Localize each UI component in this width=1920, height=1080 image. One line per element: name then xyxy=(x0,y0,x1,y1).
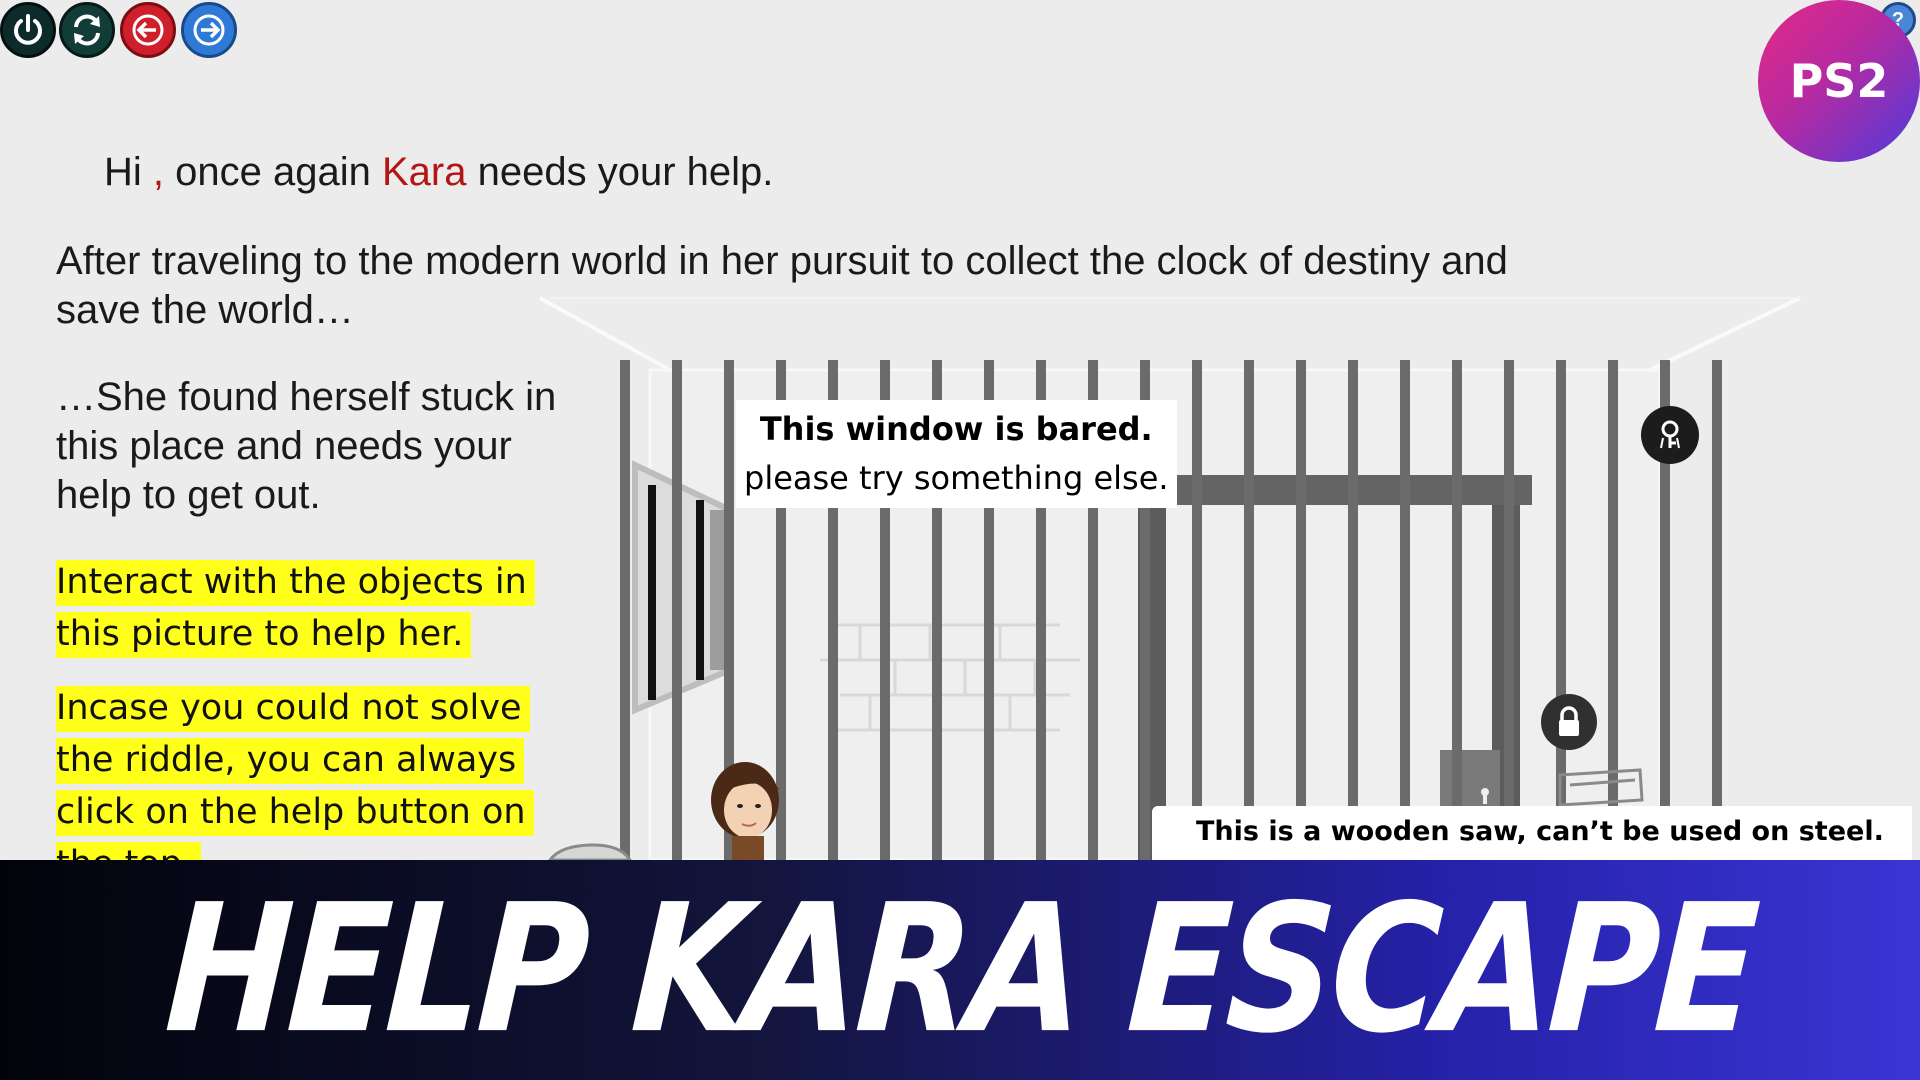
back-button[interactable] xyxy=(120,2,176,58)
power-icon xyxy=(14,14,42,45)
arrow-left-icon xyxy=(132,14,164,46)
arrow-right-icon xyxy=(193,14,225,46)
padlock-icon xyxy=(1559,706,1579,736)
story-paragraph-1: After traveling to the modern world in h… xyxy=(56,237,1508,335)
story-p1-line1: After traveling to the modern world in h… xyxy=(56,239,1508,283)
story-p2-line2: this place and needs your xyxy=(56,424,512,468)
help-instructions: Incase you could not solve the riddle, y… xyxy=(56,682,534,890)
title-banner: HELP KARA ESCAPE xyxy=(0,860,1920,1080)
ps2-badge-label: PS2 xyxy=(1789,54,1889,108)
hint1-line2: this picture to help her. xyxy=(56,612,472,658)
reload-button[interactable] xyxy=(59,2,115,58)
hint-button[interactable] xyxy=(1641,406,1699,464)
saw-message: This is a wooden saw, can’t be used on s… xyxy=(1152,806,1912,860)
window-message-line2: please try something else. xyxy=(744,459,1169,497)
saw-message-text: This is a wooden saw, can’t be used on s… xyxy=(1196,816,1884,847)
window-message-line1: This window is bared. xyxy=(759,410,1153,448)
reload-icon xyxy=(74,14,100,46)
story-p2-line1: …She found herself stuck in xyxy=(56,375,557,419)
rock[interactable] xyxy=(548,843,632,860)
greeting-kara: Kara xyxy=(381,150,467,194)
lock-button[interactable] xyxy=(1541,694,1597,750)
story-p2-line3: help to get out. xyxy=(56,473,321,517)
hint-instructions: Interact with the objects in this pictur… xyxy=(56,556,535,660)
forward-button[interactable] xyxy=(181,2,237,58)
hint2-line3: click on the help button on xyxy=(56,790,534,836)
key-hint-icon xyxy=(1660,420,1680,449)
power-button[interactable] xyxy=(0,2,56,58)
story-paragraph-2: …She found herself stuck in this place a… xyxy=(56,373,556,520)
greeting-player-name: , xyxy=(152,150,165,194)
greeting-end: needs your help. xyxy=(466,150,774,194)
greeting-line: Hi , once again Kara needs your help. xyxy=(104,148,773,197)
barred-window[interactable] xyxy=(632,460,733,715)
story-p1-line2: save the world… xyxy=(56,288,354,332)
window-message: This window is bared. please try somethi… xyxy=(736,400,1177,508)
greeting-mid: once again xyxy=(164,150,382,194)
ps2-badge: PS2 xyxy=(1758,0,1920,162)
greeting-hi: Hi xyxy=(104,150,142,194)
hint1-line1: Interact with the objects in xyxy=(56,560,535,606)
hint2-line1: Incase you could not solve xyxy=(56,686,530,732)
prison-cell-scene xyxy=(539,296,1801,860)
hint2-line2: the riddle, you can always xyxy=(56,738,525,784)
banner-title: HELP KARA ESCAPE xyxy=(160,867,1760,1073)
